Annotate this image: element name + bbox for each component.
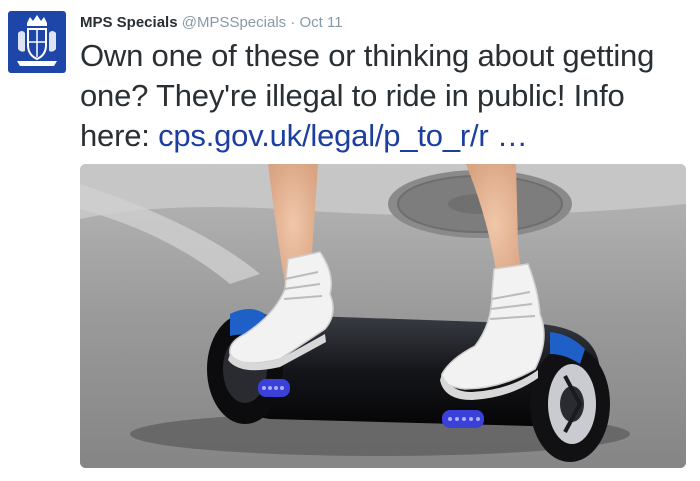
avatar[interactable] bbox=[8, 11, 66, 73]
tweet: MPS Specials @MPSSpecials · Oct 11 Own o… bbox=[0, 0, 700, 481]
tweet-image[interactable] bbox=[80, 164, 686, 468]
tweet-header: MPS Specials @MPSSpecials · Oct 11 bbox=[80, 14, 343, 32]
display-name[interactable]: MPS Specials bbox=[80, 14, 178, 31]
tweet-text: Own one of these or thinking about getti… bbox=[80, 36, 690, 156]
separator: · bbox=[290, 14, 296, 31]
tweet-link[interactable]: cps.gov.uk/legal/p_to_r/r … bbox=[158, 118, 528, 153]
handle[interactable]: @MPSSpecials bbox=[182, 14, 286, 31]
crest-icon bbox=[17, 15, 57, 66]
tweet-date[interactable]: Oct 11 bbox=[300, 14, 343, 31]
